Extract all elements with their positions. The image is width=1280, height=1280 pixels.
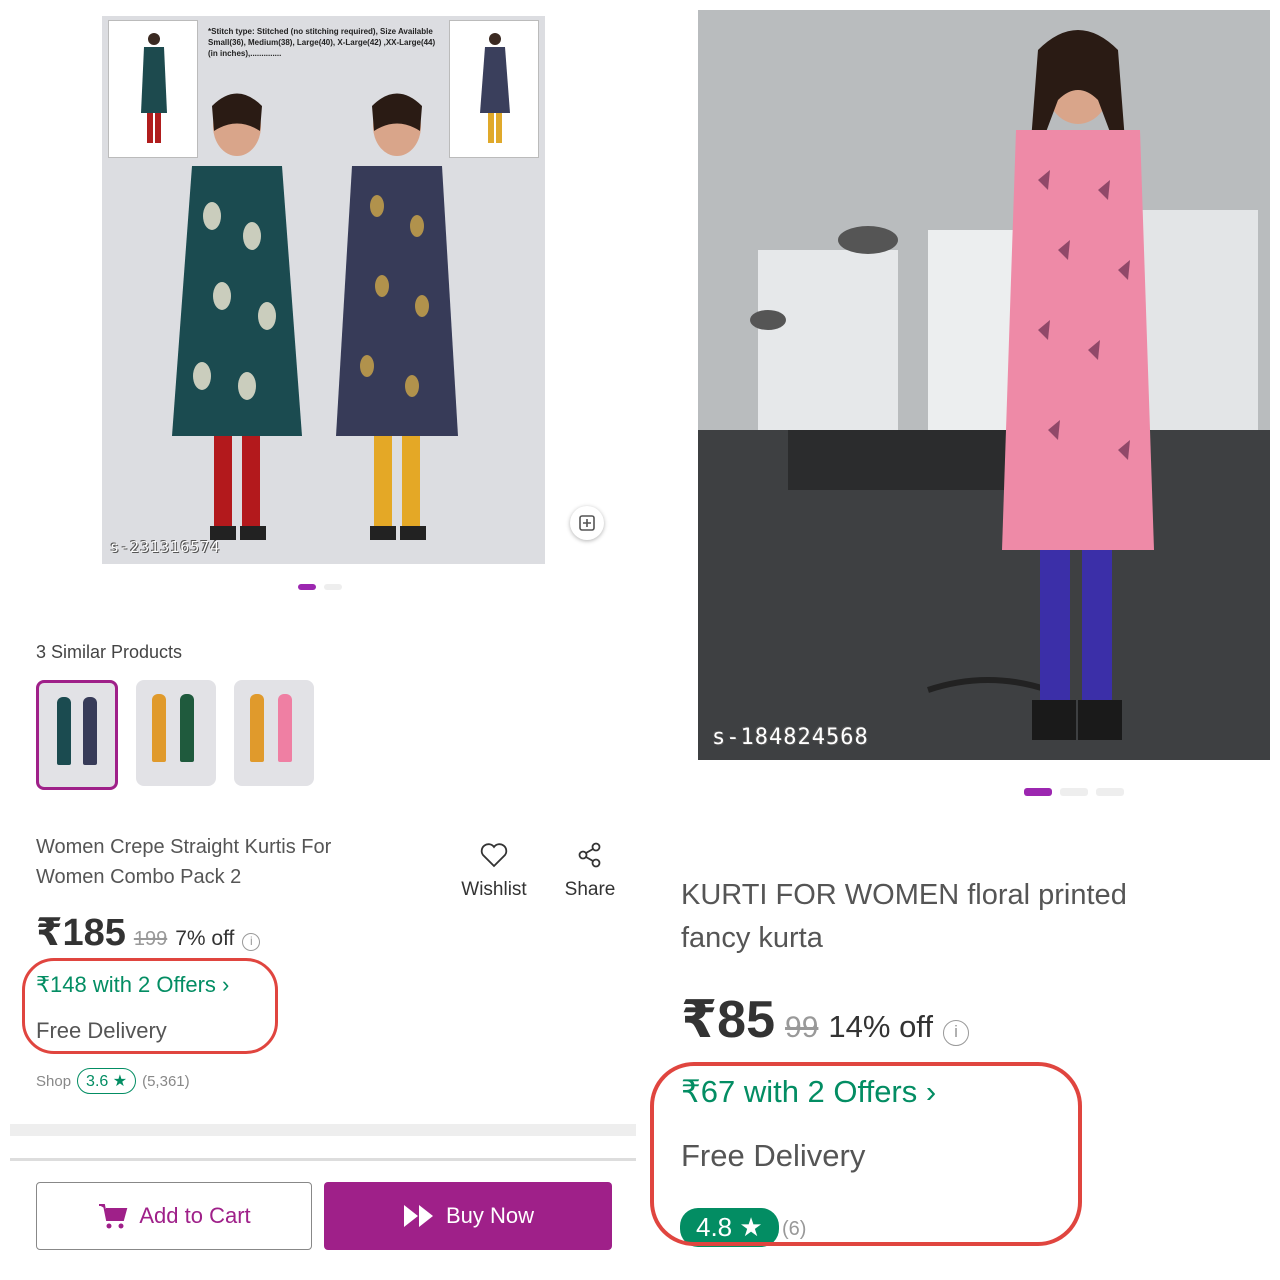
add-to-cart-label: Add to Cart bbox=[139, 1203, 251, 1228]
carousel-dots bbox=[1024, 788, 1124, 796]
thumb-figure bbox=[152, 694, 166, 762]
model-figure bbox=[336, 93, 458, 540]
shop-rating-row: Shop 3.6 ★ (5,361) bbox=[36, 1068, 190, 1094]
product-title: KURTI FOR WOMEN floral printed fancy kur… bbox=[681, 879, 1127, 954]
buy-now-button[interactable]: Buy Now bbox=[324, 1182, 612, 1250]
wishlist-button[interactable]: Wishlist bbox=[454, 842, 534, 901]
rating-value: 3.6 bbox=[86, 1073, 109, 1090]
carousel-dots bbox=[298, 584, 342, 590]
carousel-dot[interactable] bbox=[298, 584, 316, 590]
share-button[interactable]: Share bbox=[550, 842, 630, 901]
fast-forward-icon bbox=[403, 1205, 433, 1227]
share-label: Share bbox=[564, 879, 616, 900]
rating-badge: 3.6 ★ bbox=[77, 1068, 137, 1094]
heart-icon bbox=[480, 843, 508, 868]
similar-product-thumb[interactable] bbox=[36, 680, 118, 790]
thumb-figure bbox=[180, 694, 194, 762]
discount-label: 7% off bbox=[175, 927, 235, 950]
highlight-circle bbox=[650, 1062, 1082, 1246]
cart-icon bbox=[99, 1204, 128, 1229]
buy-now-label: Buy Now bbox=[445, 1203, 535, 1228]
carousel-dot[interactable] bbox=[1024, 788, 1052, 796]
carousel-dot[interactable] bbox=[324, 584, 342, 590]
section-divider bbox=[10, 1158, 636, 1161]
add-collection-icon bbox=[579, 515, 595, 531]
add-to-collection-button[interactable] bbox=[570, 506, 604, 540]
info-icon[interactable]: i bbox=[942, 1020, 969, 1046]
product-code: s-231316574 bbox=[110, 538, 221, 556]
wishlist-label: Wishlist bbox=[461, 879, 527, 900]
similar-product-thumb[interactable] bbox=[136, 680, 216, 786]
model-figure bbox=[480, 33, 510, 143]
product-image[interactable]: s-184824568 bbox=[698, 10, 1270, 760]
left-product-panel: *Stitch type: Stitched (no stitching req… bbox=[0, 0, 640, 1280]
discount-label: 14% off bbox=[828, 1009, 933, 1044]
model-figure bbox=[1002, 30, 1154, 740]
selling-price: ₹85 bbox=[681, 991, 776, 1049]
shop-label: Shop bbox=[36, 1072, 72, 1090]
similar-products-title: 3 Similar Products bbox=[36, 642, 183, 662]
rating-count: (5,361) bbox=[142, 1072, 190, 1090]
star-icon: ★ bbox=[112, 1073, 128, 1090]
carousel-dot[interactable] bbox=[1060, 788, 1088, 796]
similar-products-list bbox=[36, 680, 314, 790]
right-product-panel: s-184824568 KURTI FOR WOMEN floral print… bbox=[640, 0, 1280, 1280]
thumb-figure bbox=[250, 694, 264, 762]
thumb-figure bbox=[57, 697, 71, 765]
thumb-figure bbox=[83, 697, 97, 765]
product-title: Women Crepe Straight Kurtis For Women Co… bbox=[36, 836, 332, 888]
stitch-note: *Stitch type: Stitched (no stitching req… bbox=[208, 27, 436, 58]
thumb-figure bbox=[278, 694, 292, 762]
carousel-dot[interactable] bbox=[1096, 788, 1124, 796]
product-code: s-184824568 bbox=[712, 725, 869, 750]
price-row: ₹185 199 7% off i bbox=[36, 910, 261, 955]
info-icon[interactable]: i bbox=[242, 933, 261, 951]
similar-product-thumb[interactable] bbox=[234, 680, 314, 786]
section-divider bbox=[10, 1124, 636, 1136]
product-image[interactable]: *Stitch type: Stitched (no stitching req… bbox=[102, 16, 545, 564]
selling-price: ₹185 bbox=[36, 912, 126, 954]
model-figure bbox=[172, 93, 302, 540]
add-to-cart-button[interactable]: Add to Cart bbox=[36, 1182, 312, 1250]
original-price: 199 bbox=[133, 928, 168, 950]
share-icon bbox=[578, 842, 601, 868]
price-row: ₹85 99 14% off i bbox=[681, 990, 969, 1050]
original-price: 99 bbox=[785, 1011, 819, 1044]
highlight-circle bbox=[22, 958, 278, 1054]
